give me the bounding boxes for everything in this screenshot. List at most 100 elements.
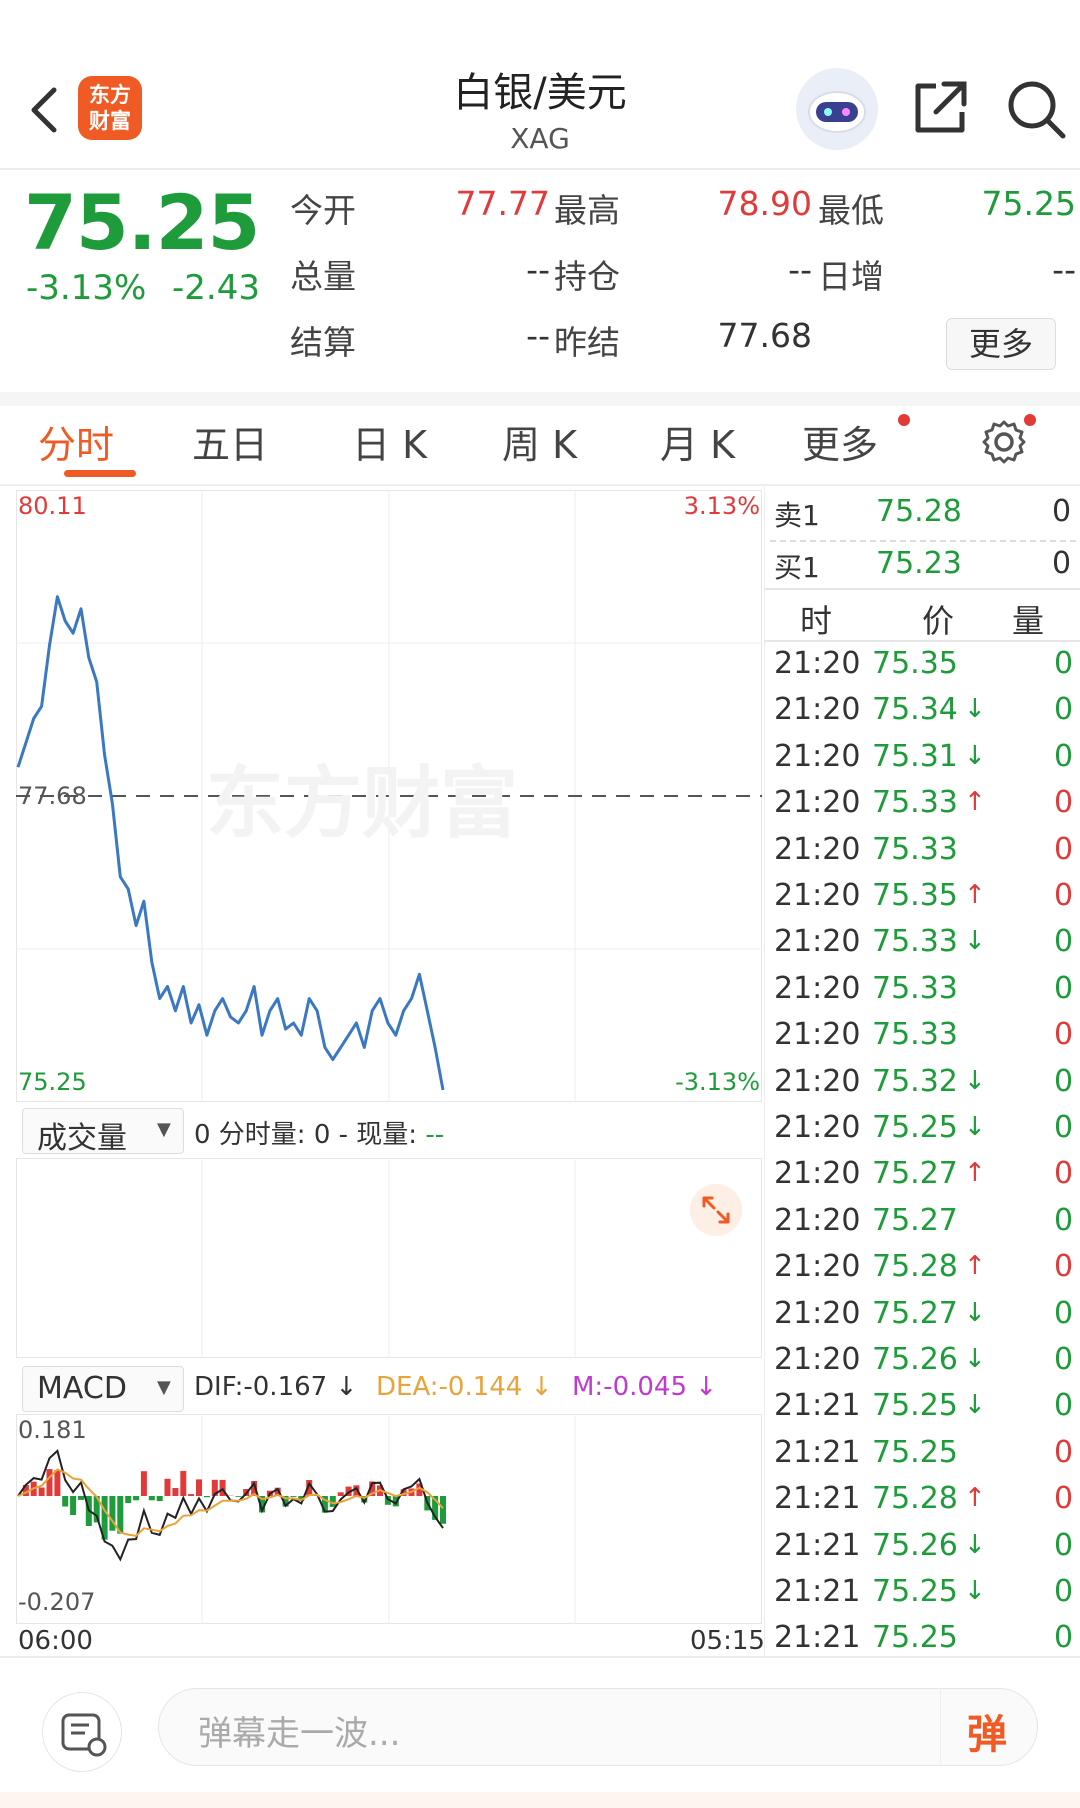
quote-field-value: --	[788, 250, 812, 289]
back-arrow-icon[interactable]	[24, 80, 64, 140]
macd-bar	[156, 1496, 163, 1502]
tick-qty: 0	[1054, 1110, 1074, 1145]
tick-qty: 0	[1054, 1342, 1074, 1377]
tick-arrow-icon: ↑	[964, 787, 986, 818]
macd-bar	[235, 1496, 242, 1497]
app-logo: 东方 财富	[78, 76, 142, 140]
quote-field-value: 77.77	[455, 184, 550, 223]
tick-time: 21:20	[774, 1202, 861, 1238]
tick-price: 75.33	[872, 831, 958, 867]
volume-chart[interactable]	[16, 1158, 762, 1358]
tick-price: 75.26	[872, 1527, 958, 1563]
more-tab-badge	[898, 414, 910, 426]
ticks-col-price: 价	[922, 602, 955, 640]
macd-bar	[38, 1487, 45, 1496]
tick-qty: 0	[1054, 1620, 1074, 1656]
expand-chart-button[interactable]	[690, 1184, 742, 1236]
tick-arrow-icon: ↓	[964, 1297, 986, 1328]
tick-row: 21:20 75.31 ↓ 0	[770, 739, 1076, 785]
tick-price: 75.25	[872, 1620, 958, 1656]
quote-field-label: 最低	[818, 191, 884, 230]
quote-field-label: 最高	[554, 191, 620, 230]
tick-time: 21:20	[774, 646, 861, 681]
tab-4[interactable]: 月 K	[660, 414, 735, 469]
tick-row: 21:20 75.26 ↓ 0	[770, 1342, 1076, 1388]
quote-field-label: 今开	[290, 191, 356, 230]
tick-price: 75.33	[872, 1017, 958, 1053]
tick-qty: 0	[1054, 692, 1074, 728]
macd-indicator-select[interactable]: MACD ▼	[22, 1366, 184, 1412]
change-amount: -2.43	[172, 268, 260, 308]
tab-0[interactable]: 分时	[38, 414, 114, 469]
volume-info-text: 0 分时量: 0 - 现量:	[194, 1120, 426, 1150]
tick-arrow-icon: ↓	[964, 1390, 986, 1421]
tick-row: 21:20 75.25 ↓ 0	[770, 1110, 1076, 1156]
tick-time: 21:20	[774, 1249, 861, 1285]
pct-max-label: 3.13%	[684, 492, 760, 520]
tab-1[interactable]: 五日	[192, 414, 268, 469]
tick-row: 21:20 75.33 ↓ 0	[770, 924, 1076, 970]
section-separator	[0, 392, 1080, 406]
quote-field-value: 75.25	[981, 184, 1076, 223]
search-icon[interactable]	[1005, 78, 1067, 140]
tick-row: 21:20 75.28 ↑ 0	[770, 1249, 1076, 1295]
macd-select-label: MACD	[37, 1371, 127, 1406]
logo-text-bottom: 财富	[89, 109, 131, 133]
last-price: 75.25	[24, 178, 260, 267]
volume-indicator-select[interactable]: 成交量 ▼	[22, 1108, 184, 1156]
tick-time: 21:20	[774, 970, 861, 1006]
tick-arrow-icon: ↓	[964, 694, 986, 725]
time-axis-end: 05:15	[690, 1626, 765, 1656]
ticks-col-qty: 量	[1012, 602, 1045, 640]
tick-arrow-icon: ↑	[964, 1158, 986, 1189]
macd-bar	[62, 1496, 69, 1507]
tick-price: 75.28	[872, 1249, 958, 1285]
macd-bar	[125, 1496, 132, 1503]
chart-watermark: 东方财富	[206, 759, 518, 849]
tick-arrow-icon: ↓	[964, 1065, 986, 1096]
notes-button[interactable]	[42, 1692, 122, 1772]
tick-time: 21:21	[774, 1620, 861, 1656]
tick-price: 75.35	[872, 878, 958, 913]
orderbook-bottom-line	[764, 588, 1080, 590]
tab-3[interactable]: 周 K	[502, 414, 577, 469]
settings-badge	[1024, 414, 1036, 426]
tab-5[interactable]: 更多	[802, 414, 878, 469]
y-max-label: 80.11	[18, 492, 87, 520]
expand-icon	[702, 1196, 730, 1224]
dropdown-arrow-icon: ▼	[157, 1377, 171, 1398]
macd-bar	[180, 1470, 187, 1496]
tick-time: 21:20	[774, 1110, 861, 1145]
intraday-price-chart[interactable]: 东方财富 80.11 75.25 77.68 3.13% -3.13%	[16, 490, 762, 1102]
tick-row: 21:21 75.25 ↓ 0	[770, 1388, 1076, 1434]
tick-time: 21:20	[774, 692, 861, 728]
macd-min-label: -0.207	[18, 1588, 95, 1616]
tick-price: 75.27	[872, 1156, 958, 1192]
tick-time: 21:20	[774, 1342, 861, 1377]
tick-arrow-icon: ↓	[964, 1344, 986, 1374]
tick-row: 21:20 75.27 ↓ 0	[770, 1296, 1076, 1342]
macd-bar	[148, 1496, 155, 1501]
logo-text-top: 东方	[89, 83, 131, 107]
macd-chart[interactable]: 0.181 -0.207	[16, 1414, 762, 1624]
tick-time: 21:20	[774, 785, 861, 821]
quote-field-value: --	[526, 250, 550, 289]
dropdown-arrow-icon: ▼	[157, 1119, 171, 1140]
ai-assistant-robot-icon[interactable]	[796, 68, 878, 150]
tick-qty: 0	[1054, 1249, 1074, 1285]
volume-select-label: 成交量	[37, 1121, 127, 1156]
tick-row: 21:20 75.32 ↓ 0	[770, 1064, 1076, 1110]
orderbook-divider	[770, 540, 1076, 542]
tab-2[interactable]: 日 K	[352, 414, 427, 469]
tick-price: 75.27	[872, 1202, 958, 1238]
danmaku-toggle-button[interactable]: 弹	[940, 1688, 1038, 1766]
settings-gear-icon[interactable]	[978, 416, 1030, 468]
macd-bar	[133, 1496, 140, 1501]
share-icon[interactable]	[910, 78, 970, 138]
page-subtitle: XAG	[510, 122, 570, 155]
panel-divider	[764, 486, 765, 1656]
tick-qty: 0	[1054, 878, 1074, 913]
quote-more-button[interactable]: 更多	[946, 318, 1056, 370]
tick-qty: 0	[1054, 785, 1074, 821]
bid-price: 75.23	[876, 546, 962, 581]
